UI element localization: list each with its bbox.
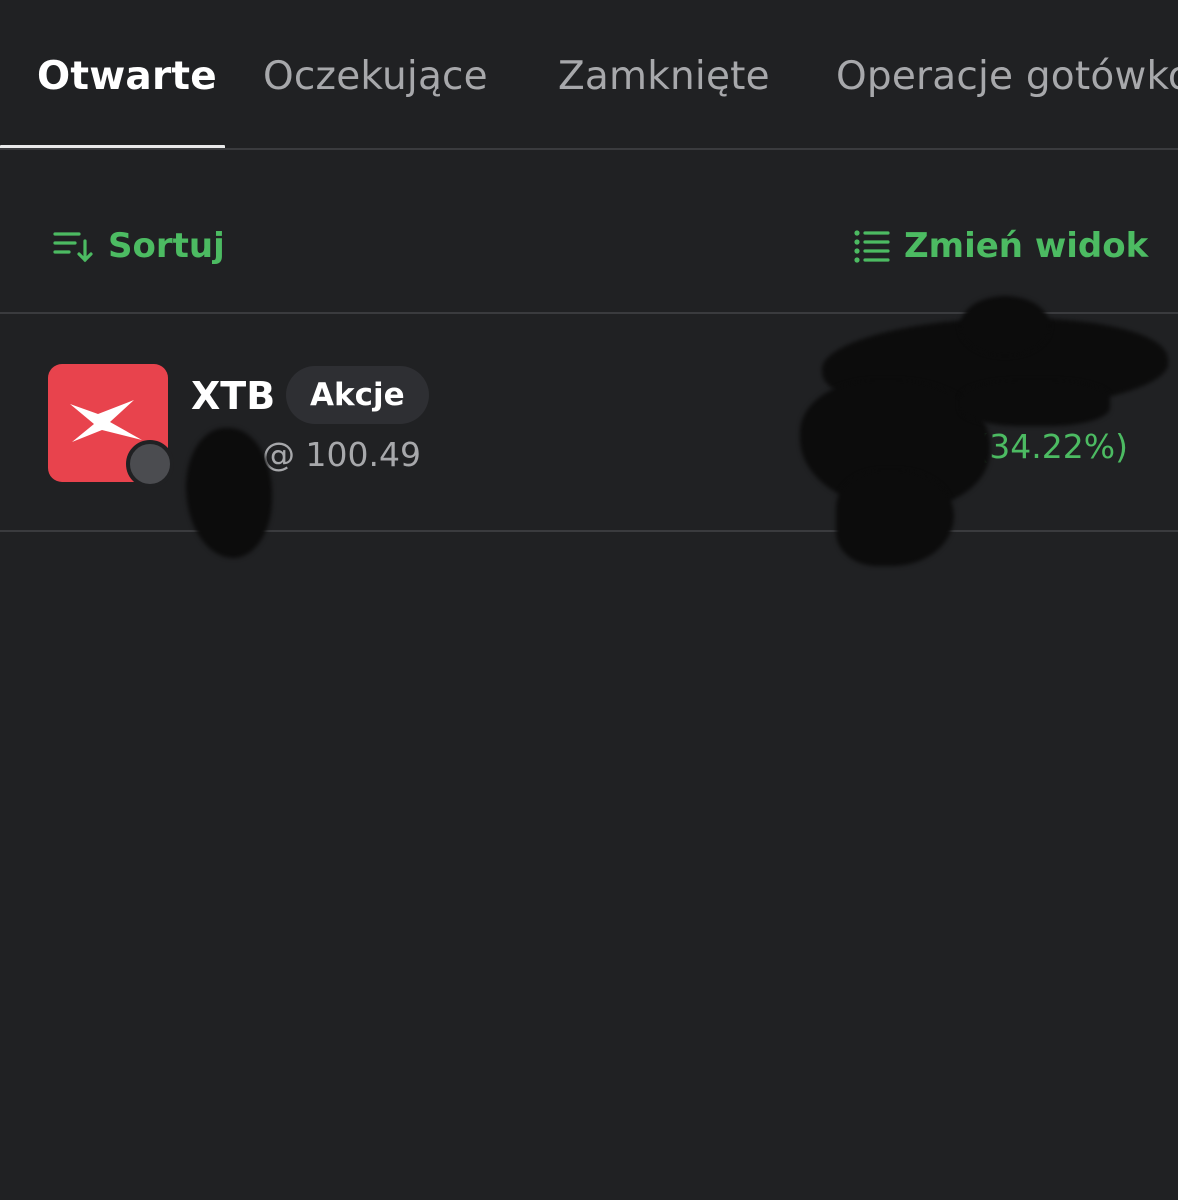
sort-button[interactable]: Sortuj — [52, 223, 225, 269]
profit-percent: (34.22%) — [976, 427, 1128, 466]
tab-bar: Otwarte Oczekujące Zamknięte Operacje go… — [0, 0, 1178, 150]
list-icon — [854, 229, 890, 263]
positions-screen: Otwarte Oczekujące Zamknięte Operacje go… — [0, 0, 1178, 1200]
sort-label: Sortuj — [108, 226, 225, 266]
change-view-label: Zmień widok — [904, 226, 1149, 266]
market-status-indicator — [126, 440, 174, 488]
open-price: @ 100.49 — [262, 435, 421, 474]
sort-icon — [52, 229, 94, 263]
change-view-button[interactable]: Zmień widok — [854, 223, 1148, 269]
list-toolbar: Sortuj Zmień widok — [0, 150, 1178, 314]
active-tab-indicator — [0, 145, 225, 148]
instrument-symbol: XTB — [191, 374, 276, 418]
tab-operacje-gotowkowe[interactable]: Operacje gotówkowe — [836, 50, 1178, 104]
instrument-type-badge: Akcje — [286, 366, 429, 424]
tab-otwarte[interactable]: Otwarte — [37, 50, 217, 104]
tab-zamkniete[interactable]: Zamknięte — [558, 50, 770, 104]
tab-oczekujace[interactable]: Oczekujące — [263, 50, 488, 104]
